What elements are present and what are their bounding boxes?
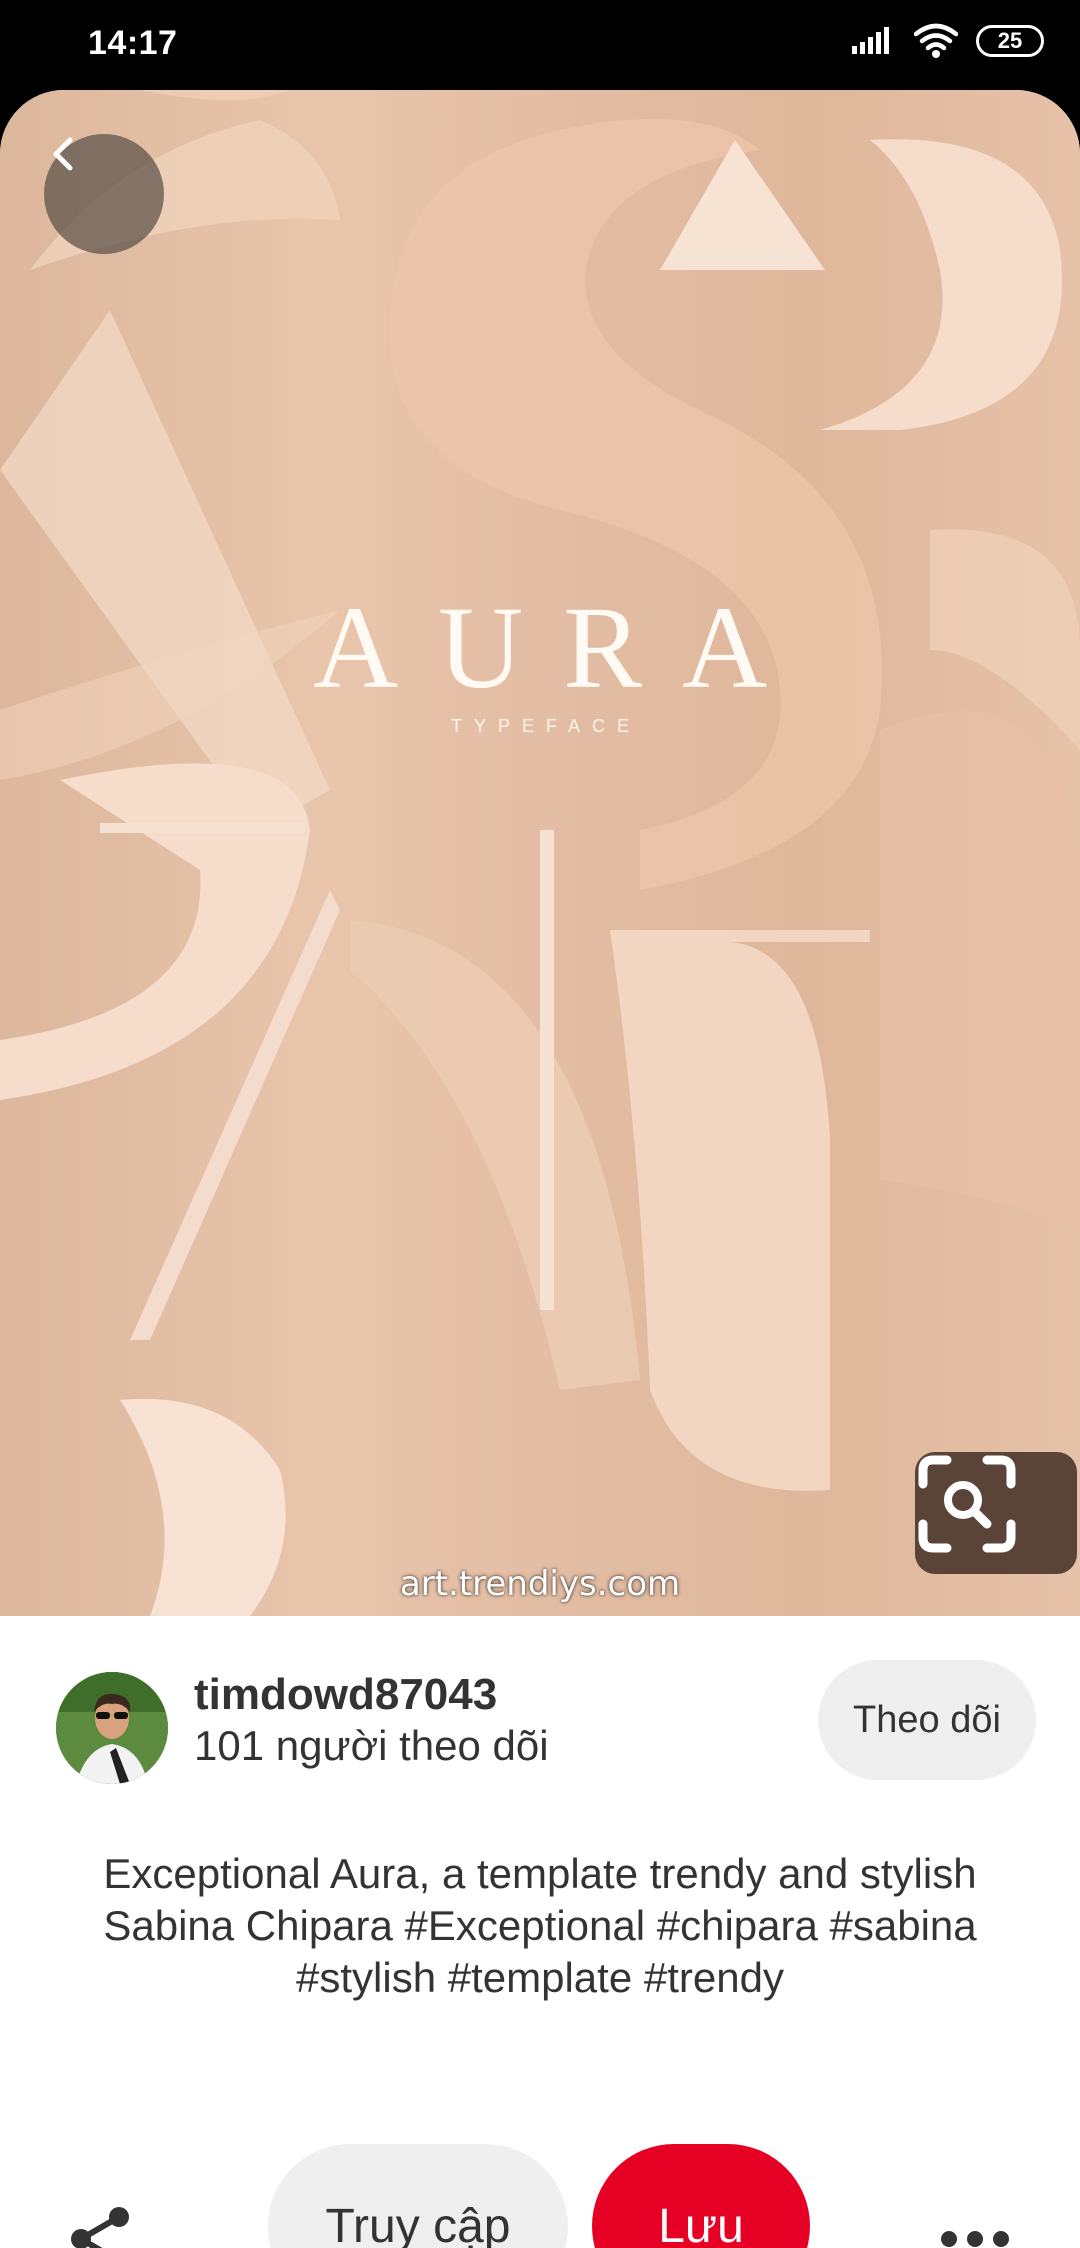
signal-icon (852, 27, 889, 54)
status-icons: 25 (852, 22, 1044, 60)
action-bar: Truy cập Lưu (0, 2144, 1080, 2248)
visual-search-button[interactable] (915, 1452, 1077, 1574)
pin-watermark: art.trendiys.com (399, 1564, 681, 1604)
pin-card: AURA TYPEFACE art.trendiys.com timdowd87… (0, 90, 1080, 2248)
battery-level: 25 (997, 28, 1023, 53)
pin-description: Exceptional Aura, a template trendy and … (103, 1850, 977, 2001)
follow-button[interactable]: Theo dõi (818, 1660, 1036, 1780)
avatar[interactable] (56, 1672, 168, 1784)
more-icon (941, 2231, 1009, 2247)
back-icon (53, 137, 73, 171)
status-time: 14:17 (88, 24, 178, 62)
share-icon (71, 2207, 129, 2248)
wifi-icon (914, 23, 958, 58)
share-button[interactable] (56, 2194, 146, 2248)
status-bar: 14:17 25 (0, 0, 1080, 90)
follower-count: 101 người theo dõi (194, 1722, 549, 1769)
visit-button[interactable]: Truy cập (268, 2144, 568, 2248)
visual-search-icon (918, 1455, 1016, 1553)
save-button[interactable]: Lưu (592, 2144, 810, 2248)
pin-artwork (0, 90, 1080, 1616)
pin-image[interactable]: AURA TYPEFACE art.trendiys.com (0, 90, 1080, 1616)
profile-row: timdowd87043 101 người theo dõi Theo dõi (0, 1660, 1080, 1790)
username[interactable]: timdowd87043 (194, 1670, 497, 1720)
pin-image-title: AURA (312, 582, 808, 713)
pin-image-subtitle: TYPEFACE (450, 716, 642, 736)
avatar-image (56, 1672, 168, 1784)
back-button[interactable] (44, 134, 164, 254)
more-button[interactable] (930, 2194, 1020, 2248)
battery-icon: 25 (976, 25, 1044, 57)
